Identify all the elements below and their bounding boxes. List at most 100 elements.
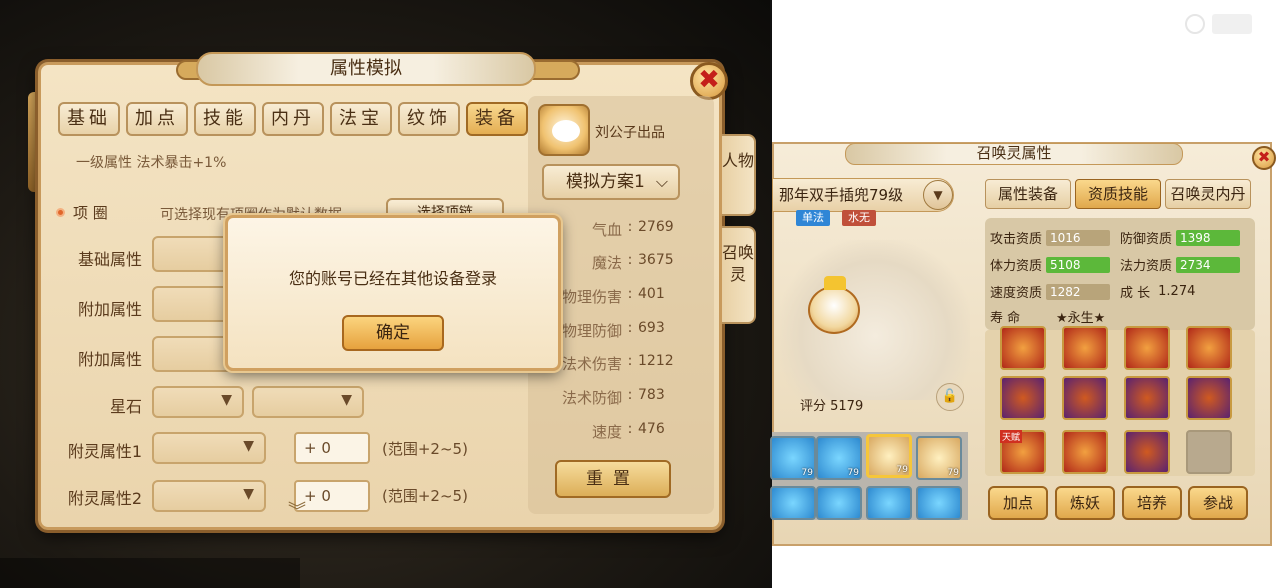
attr-value: 1398 [1176, 229, 1241, 246]
skill-icon[interactable] [1062, 430, 1108, 474]
pet-score: 评分 5179 [800, 399, 864, 414]
pet-slot[interactable] [816, 486, 862, 520]
tab-equipment[interactable]: 装备 [466, 102, 528, 136]
spirit-range-2: (范围+2~5) [382, 487, 468, 505]
life-label: 寿 命 [990, 311, 1021, 326]
dialog-ok-button[interactable]: 确定 [342, 315, 444, 351]
tab-ornament[interactable]: 纹饰 [398, 102, 460, 136]
pet-slot[interactable]: 79 [770, 436, 816, 480]
stat-value: 783 [638, 387, 665, 403]
author-avatar [538, 104, 590, 156]
stat-value: 401 [638, 286, 665, 302]
chevron-down-icon: ▼ [341, 392, 352, 408]
radio-dot-icon [56, 208, 65, 217]
stat-value: 3675 [638, 252, 674, 268]
pet-slot[interactable]: 79 [816, 436, 862, 480]
pet-slot[interactable] [770, 486, 816, 520]
pet-model-backdrop [780, 240, 970, 400]
spirit-attr-select-2[interactable]: ▼ [152, 480, 266, 512]
game-screen-left: 属性模拟 ✖ 基础 加点 技能 内丹 法宝 纹饰 装备 一级属性 法术暴击+1%… [0, 0, 770, 588]
summon-panel-title: 召唤灵属性 [845, 143, 1183, 165]
tab-inner-core[interactable]: 内丹 [262, 102, 324, 136]
summon-close-button[interactable]: ✖ [1252, 146, 1276, 170]
skill-icon[interactable] [1124, 430, 1170, 474]
chevron-down-icon: ⌵ [655, 172, 668, 191]
refine-button[interactable]: 炼妖 [1055, 486, 1115, 520]
attr-label: 成 长 [1120, 286, 1151, 301]
stat-value: 1212 [638, 353, 674, 369]
attr-value: 1016 [1046, 229, 1111, 246]
chevron-down-icon[interactable]: ▼ [923, 180, 953, 210]
attr-label: 法力资质 [1120, 259, 1173, 274]
attr-value: 1.274 [1158, 284, 1196, 299]
attr-stamina: 体力资质 5108 [990, 255, 1111, 274]
tab-pet-inner-core[interactable]: 召唤灵内丹 [1165, 179, 1251, 209]
tab-treasure[interactable]: 法宝 [330, 102, 392, 136]
side-tab-summon[interactable]: 召唤灵 [722, 226, 756, 324]
lock-icon[interactable]: 🔓 [936, 383, 964, 411]
gem-select-2[interactable]: ▼ [252, 386, 364, 418]
train-button[interactable]: 培养 [1122, 486, 1182, 520]
pet-slot[interactable] [866, 486, 912, 520]
talent-badge: 天赋 [1000, 430, 1023, 443]
stat-value: 476 [638, 421, 665, 437]
gem-select-1[interactable]: ▼ [152, 386, 244, 418]
pet-tag-element: 水无 [842, 210, 876, 226]
attr-mana: 法力资质 2734 [1120, 255, 1241, 274]
attr-attack: 攻击资质 1016 [990, 228, 1111, 247]
attr-label: 体力资质 [990, 259, 1043, 274]
pet-slot[interactable] [916, 486, 962, 520]
attr-label: 防御资质 [1120, 232, 1173, 247]
tab-add-points[interactable]: 加点 [126, 102, 188, 136]
spirit-value-input-1[interactable]: + 0 [294, 432, 370, 464]
skill-icon[interactable] [1062, 326, 1108, 370]
scroll-down-icon[interactable]: ︾ [288, 497, 306, 523]
chevron-down-icon: ▼ [243, 438, 254, 454]
pet-model[interactable] [808, 276, 860, 334]
sim-tabs: 基础 加点 技能 内丹 法宝 纹饰 装备 [58, 102, 528, 136]
pet-slot-level: 79 [896, 465, 908, 475]
pet-slot-level: 79 [801, 468, 813, 478]
row-label-extra1: 附加属性 [77, 300, 142, 319]
section-label-text: 项 圈 [73, 204, 108, 222]
skill-icon[interactable] [1186, 376, 1232, 420]
skill-icon[interactable] [1124, 376, 1170, 420]
spirit-attr-select-1[interactable]: ▼ [152, 432, 266, 464]
skill-icon[interactable] [1124, 326, 1170, 370]
pet-tag-type: 单法 [796, 210, 830, 226]
skill-icon[interactable] [1186, 326, 1232, 370]
stat-magic-def: 法术防御:783 [530, 387, 680, 408]
tab-attr-equip[interactable]: 属性装备 [985, 179, 1071, 209]
attr-growth: 成 长 1.274 [1120, 282, 1195, 301]
skill-icon[interactable] [1062, 376, 1108, 420]
skill-icon[interactable] [1000, 326, 1046, 370]
close-button[interactable]: ✖ [690, 62, 728, 100]
attr-label: 攻击资质 [990, 232, 1043, 247]
tab-skills[interactable]: 技能 [194, 102, 256, 136]
watermark-logo [1212, 14, 1252, 34]
tab-basic[interactable]: 基础 [58, 102, 120, 136]
reset-button[interactable]: 重置 [555, 460, 671, 498]
spirit-range-1: (范围+2~5) [382, 440, 468, 458]
scrolled-attr-text: 一级属性 法术暴击+1% [76, 155, 227, 171]
attr-value: 5108 [1046, 256, 1111, 273]
stat-speed: 速度:476 [530, 421, 680, 442]
stat-name: 法术防御 [561, 389, 622, 407]
row-label-spirit1: 附灵属性1 [67, 442, 142, 461]
deploy-button[interactable]: 参战 [1188, 486, 1248, 520]
watermark-icon [1185, 14, 1205, 34]
skill-icon[interactable] [1000, 376, 1046, 420]
plan-select[interactable]: 模拟方案1 ⌵ [542, 164, 680, 200]
stat-value: 2769 [638, 219, 674, 235]
pet-slot[interactable]: 79 [916, 436, 962, 480]
row-label-gem: 星石 [109, 397, 142, 416]
side-tab-character[interactable]: 人物 [722, 134, 756, 216]
empty-skill-slot[interactable] [1186, 430, 1232, 474]
life-value: ★永生★ [1056, 311, 1106, 326]
talent-skill-icon[interactable]: 天赋 [1000, 430, 1046, 474]
tab-aptitude-skills[interactable]: 资质技能 [1075, 179, 1161, 209]
chat-strip [0, 558, 300, 588]
add-points-button[interactable]: 加点 [988, 486, 1048, 520]
attr-speed: 速度资质 1282 [990, 282, 1111, 301]
pet-slot-selected[interactable]: 79 [866, 434, 912, 478]
